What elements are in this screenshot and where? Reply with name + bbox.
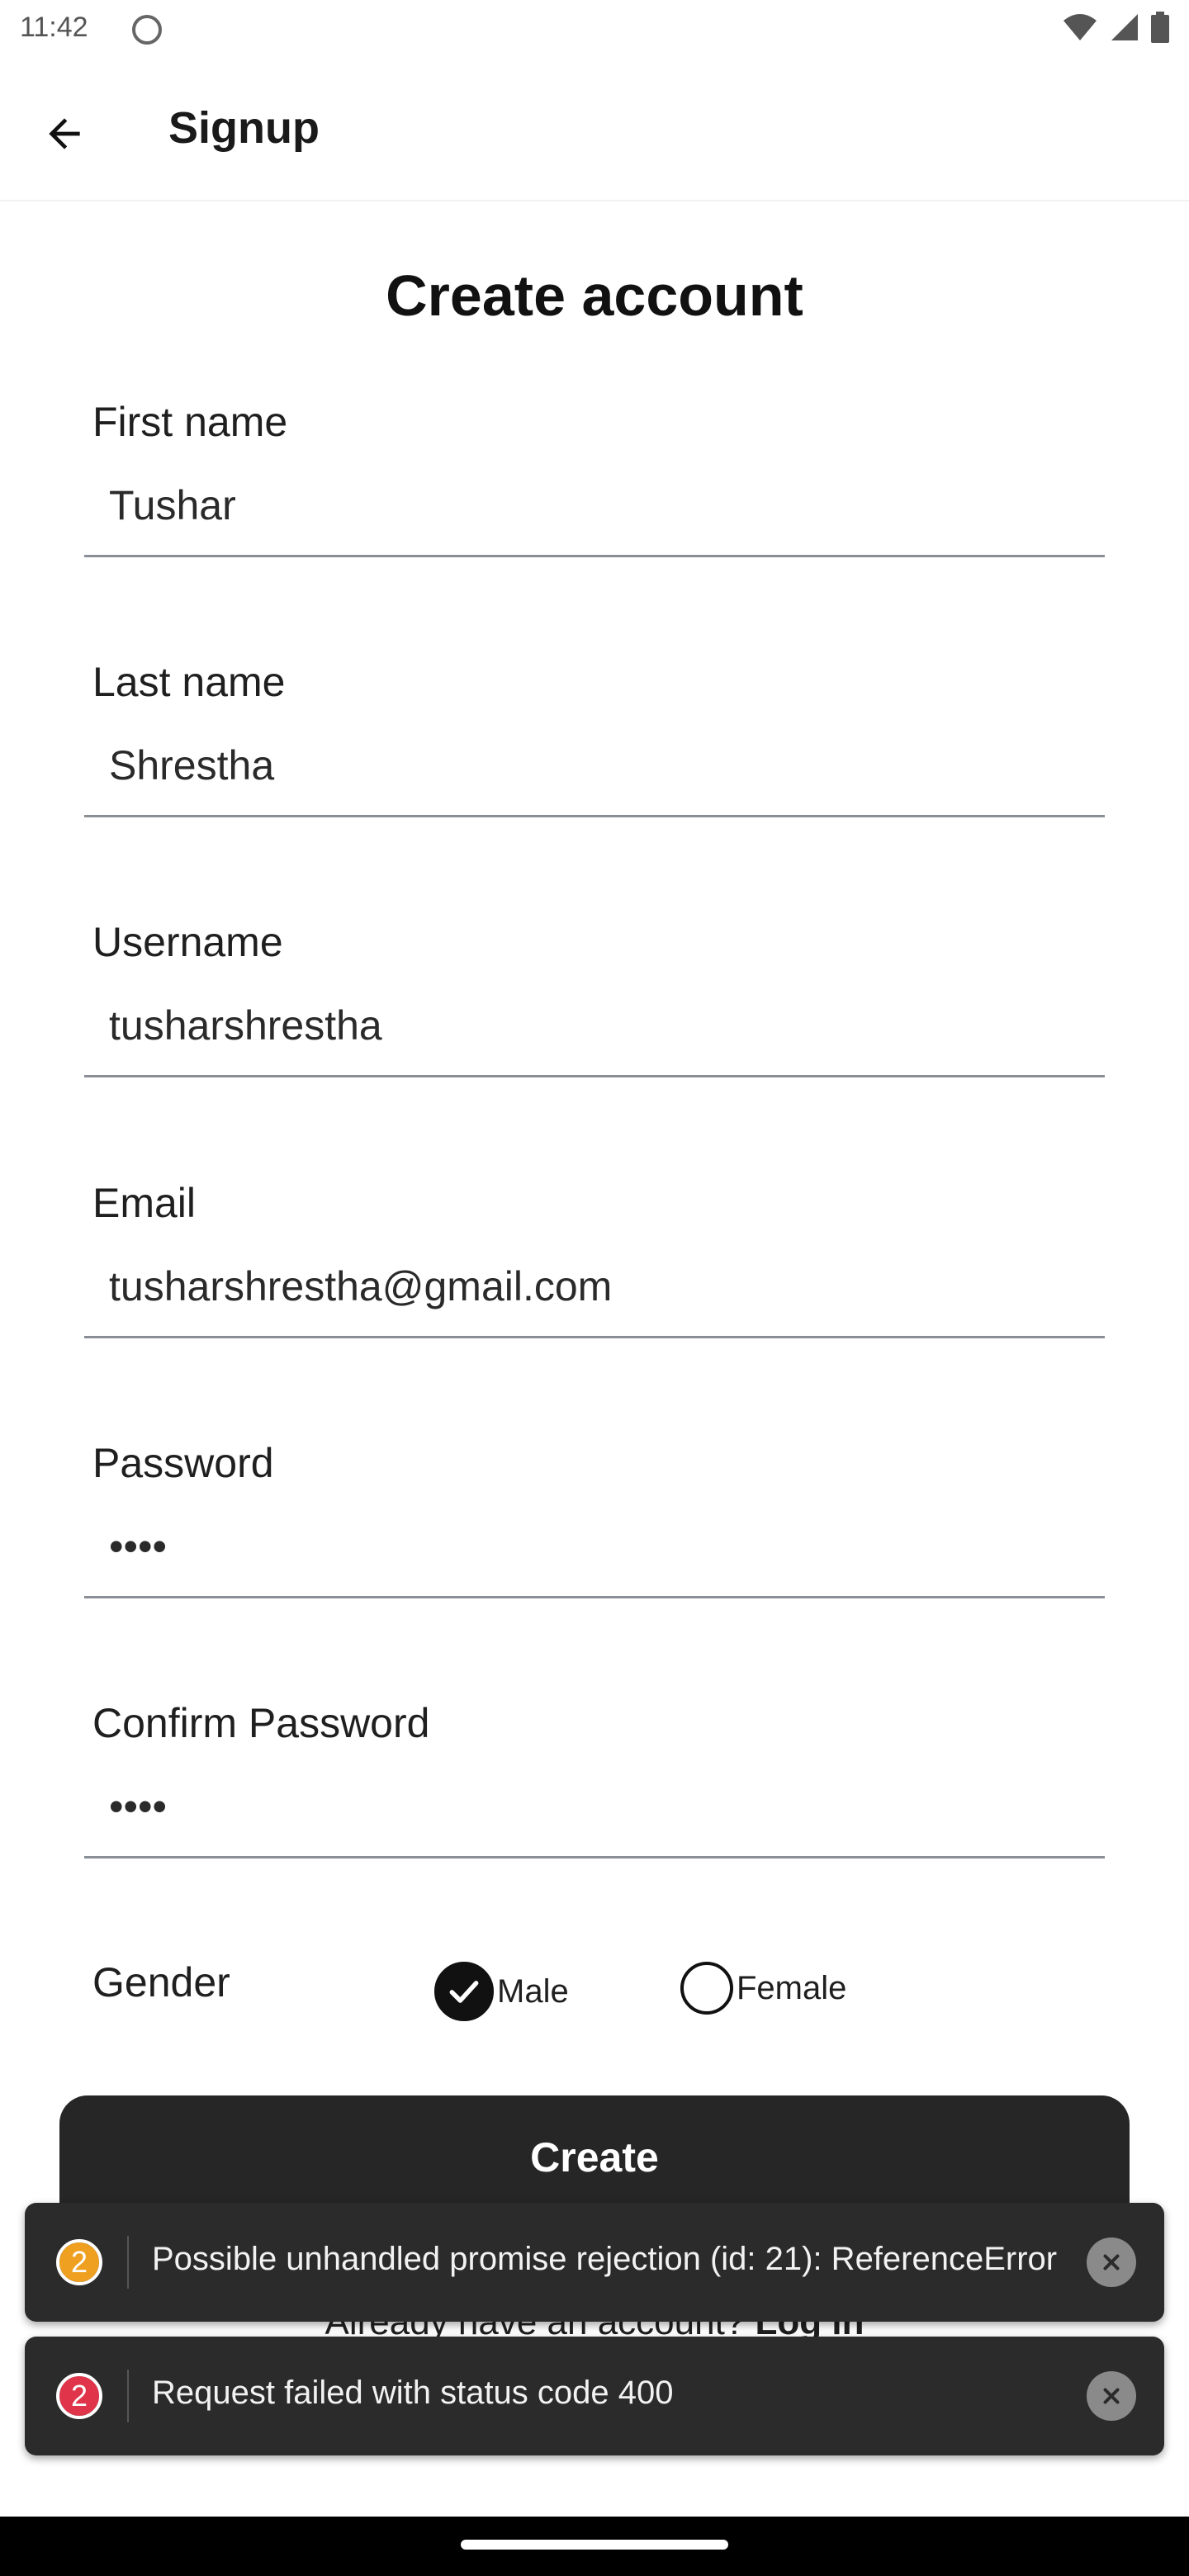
first-name-underline (84, 555, 1105, 557)
app-bar-title: Signup (168, 103, 320, 153)
password-input[interactable] (109, 1513, 1083, 1579)
email-underline (84, 1336, 1105, 1338)
last-name-input[interactable] (109, 732, 1083, 798)
gender-row: Gender Male Female (84, 1940, 1105, 2039)
system-nav-bar (0, 2517, 1189, 2576)
username-label: Username (92, 919, 283, 965)
radio-checked-icon[interactable] (434, 1962, 494, 2021)
first-name-field: First name (84, 398, 1105, 613)
close-icon (1103, 2254, 1120, 2271)
toast-divider (127, 2370, 129, 2422)
app-notification-icon (132, 15, 162, 45)
warning-count: 2 (70, 2245, 88, 2279)
first-name-input[interactable] (109, 472, 1083, 538)
last-name-underline (84, 815, 1105, 817)
username-underline (84, 1075, 1105, 1077)
password-field: Password (84, 1439, 1105, 1654)
warning-message: Possible unhandled promise rejection (id… (152, 2241, 1058, 2277)
signal-icon (1111, 14, 1138, 40)
error-message: Request failed with status code 400 (152, 2375, 674, 2411)
username-input[interactable] (109, 992, 1083, 1058)
dismiss-error-button[interactable] (1087, 2371, 1136, 2421)
wifi-icon (1063, 14, 1097, 40)
back-button[interactable] (25, 94, 104, 173)
toast-divider (127, 2236, 129, 2289)
gender-option-female[interactable]: Female (680, 1962, 846, 2015)
last-name-label: Last name (92, 659, 286, 705)
last-name-field: Last name (84, 658, 1105, 873)
username-field: Username (84, 918, 1105, 1133)
radio-unchecked-icon[interactable] (680, 1962, 733, 2015)
checkmark-icon (449, 1981, 479, 2003)
arrow-left-icon (49, 118, 80, 149)
gender-male-label: Male (497, 1972, 569, 2010)
first-name-label: First name (92, 399, 288, 445)
email-label: Email (92, 1180, 197, 1226)
error-count-badge: 2 (54, 2371, 104, 2421)
confirm-password-label: Confirm Password (92, 1700, 430, 1746)
status-bar: 11:42 (0, 0, 1189, 59)
gender-female-label: Female (737, 1969, 847, 2006)
email-input[interactable] (109, 1253, 1083, 1319)
warning-toast[interactable]: 2 Possible unhandled promise rejection (… (25, 2203, 1164, 2322)
gender-option-male[interactable]: Male (434, 1962, 569, 2021)
password-label: Password (92, 1440, 274, 1486)
dismiss-warning-button[interactable] (1087, 2237, 1136, 2287)
password-underline (84, 1596, 1105, 1598)
email-field: Email (84, 1179, 1105, 1394)
status-icons (1062, 12, 1169, 43)
page-title: Create account (386, 263, 803, 328)
close-icon (1103, 2388, 1120, 2404)
confirm-password-input[interactable] (109, 1773, 1083, 1840)
battery-icon (1151, 12, 1169, 43)
confirm-password-underline (84, 1856, 1105, 1859)
error-toast[interactable]: 2 Request failed with status code 400 (25, 2337, 1164, 2455)
confirm-password-field: Confirm Password (84, 1699, 1105, 1914)
status-time: 11:42 (20, 12, 88, 43)
home-gesture-handle[interactable] (461, 2540, 728, 2550)
app-bar: Signup (0, 59, 1189, 201)
warning-count-badge: 2 (54, 2237, 104, 2287)
gender-label: Gender (92, 1959, 230, 2005)
error-count: 2 (70, 2379, 88, 2413)
